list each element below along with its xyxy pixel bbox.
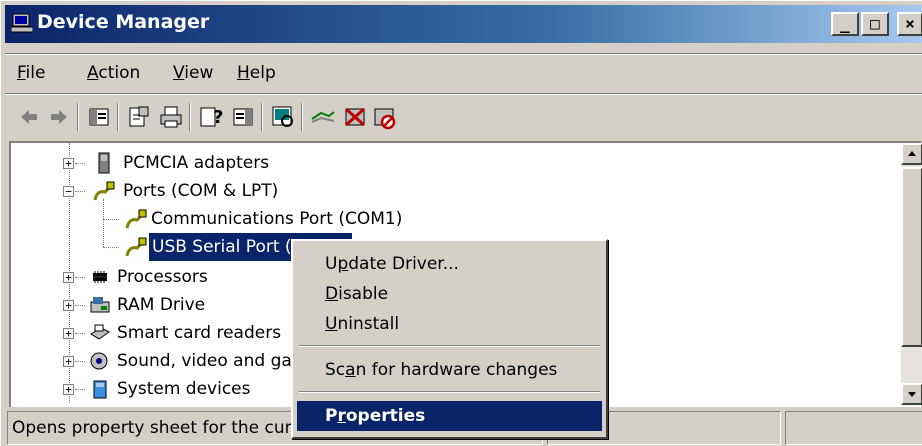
tree-connector — [103, 247, 119, 248]
toolbar-separator — [117, 103, 119, 131]
tree-item-label: Processors — [117, 267, 208, 287]
menu-properties[interactable]: Properties — [297, 401, 602, 431]
expand-toggle[interactable]: + — [63, 300, 74, 311]
menu-view[interactable]: View — [173, 63, 213, 83]
tree-connector — [103, 219, 119, 220]
menu-disable[interactable]: Disable — [297, 279, 602, 309]
scroll-thumb[interactable] — [901, 167, 922, 347]
update-driver-icon[interactable] — [309, 103, 337, 131]
forward-icon[interactable] — [45, 103, 73, 131]
tree-item-label: Ports (COM & LPT) — [123, 181, 279, 201]
print-icon[interactable] — [157, 103, 185, 131]
back-icon[interactable] — [15, 103, 43, 131]
system-devices-icon — [93, 380, 107, 399]
show-hide-tree-icon[interactable] — [85, 103, 113, 131]
device-manager-window: Device Manager _ □ × File Action View He… — [0, 0, 922, 446]
tree-connector — [75, 333, 85, 334]
menu-separator — [299, 345, 600, 347]
arrow-down-icon — [908, 392, 916, 397]
menu-uninstall[interactable]: Uninstall — [297, 309, 602, 339]
toolbar: ? — [5, 97, 922, 137]
tree-connector — [75, 305, 85, 306]
close-button[interactable]: × — [897, 12, 922, 36]
tree-item-label: PCMCIA adapters — [123, 153, 270, 173]
computer-icon — [11, 13, 33, 33]
expand-toggle[interactable]: + — [63, 272, 74, 283]
menu-separator — [299, 391, 600, 393]
expand-toggle[interactable]: + — [63, 384, 74, 395]
menu-top-divider — [5, 53, 922, 55]
menu-update-driver[interactable]: Update Driver... — [297, 249, 602, 279]
disable-icon[interactable] — [371, 103, 399, 131]
toolbar-separator — [189, 103, 191, 131]
scan-hardware-icon[interactable] — [269, 103, 297, 131]
toolbar-divider — [5, 93, 922, 95]
tree-connector — [75, 277, 85, 278]
collapse-toggle[interactable]: − — [63, 186, 74, 197]
status-panel — [785, 411, 922, 445]
menu-bar: File Action View Help — [5, 59, 922, 89]
minimize-button[interactable]: _ — [831, 12, 859, 36]
title-bar[interactable]: Device Manager _ □ × — [5, 5, 922, 43]
tree-item-label: Communications Port (COM1) — [151, 209, 403, 229]
action-pane-icon[interactable] — [229, 103, 257, 131]
port-icon — [93, 181, 115, 201]
svg-text:?: ? — [213, 107, 223, 128]
maximize-button[interactable]: □ — [861, 12, 889, 36]
expand-toggle[interactable]: + — [63, 356, 74, 367]
properties-icon[interactable] — [125, 103, 153, 131]
toolbar-separator — [301, 103, 303, 131]
tree-item-label: Smart card readers — [117, 323, 282, 343]
tree-item-label: RAM Drive — [117, 295, 206, 315]
pcmcia-icon — [98, 152, 110, 174]
toolbar-separator — [261, 103, 263, 131]
expand-toggle[interactable]: + — [63, 328, 74, 339]
help-icon[interactable]: ? — [197, 103, 225, 131]
tree-connector — [75, 163, 85, 164]
tree-connector — [75, 361, 85, 362]
arrow-up-icon — [908, 151, 916, 156]
vertical-scrollbar[interactable] — [901, 143, 922, 405]
context-menu: Update Driver... Disable Uninstall Scan … — [291, 239, 608, 439]
processor-icon — [93, 271, 107, 283]
expand-toggle[interactable]: + — [63, 158, 74, 169]
menu-file[interactable]: File — [17, 63, 45, 83]
smart-card-icon — [90, 324, 110, 340]
port-icon — [125, 237, 147, 257]
toolbar-separator — [77, 103, 79, 131]
uninstall-icon[interactable] — [341, 103, 369, 131]
tree-item-label: System devices — [117, 379, 251, 399]
scroll-up-button[interactable] — [901, 143, 922, 165]
ram-drive-icon — [90, 297, 110, 313]
tree-connector — [75, 389, 85, 390]
sound-icon — [90, 352, 108, 370]
scroll-down-button[interactable] — [901, 383, 922, 405]
port-icon — [125, 209, 147, 229]
menu-action[interactable]: Action — [87, 63, 140, 83]
menu-help[interactable]: Help — [237, 63, 276, 83]
tree-connector — [75, 191, 85, 192]
menu-scan-hardware[interactable]: Scan for hardware changes — [297, 355, 602, 385]
tree-connector — [103, 199, 104, 247]
window-title: Device Manager — [37, 11, 210, 33]
